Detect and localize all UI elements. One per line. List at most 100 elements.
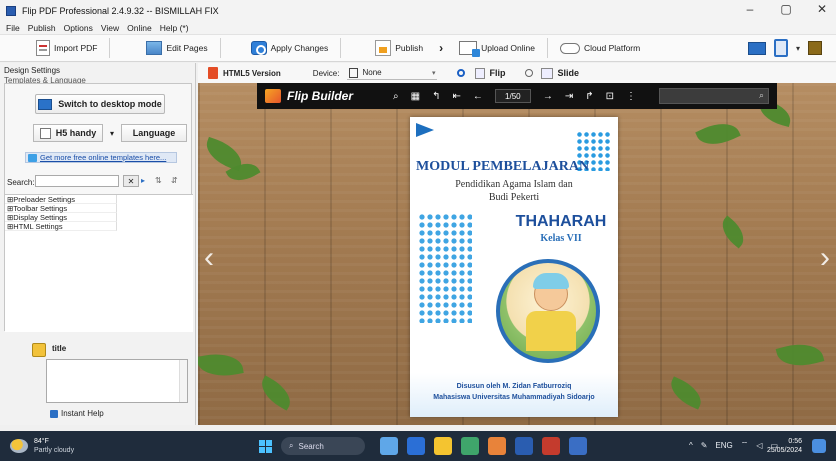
menu-file[interactable]: File (6, 23, 20, 33)
chrome-icon[interactable] (488, 437, 506, 455)
leaf-decoration (715, 215, 751, 249)
pinned-apps (380, 437, 587, 455)
device-select[interactable]: None ▾ (347, 66, 438, 80)
menu-view[interactable]: View (101, 23, 119, 33)
instant-help-label: Instant Help (61, 409, 104, 418)
search-label: Search: (7, 178, 35, 187)
expand-all-icon[interactable]: ⇅ (155, 176, 165, 186)
fullscreen-icon[interactable]: ⊡ (606, 91, 614, 102)
view-mode-group: ▾ (747, 39, 822, 57)
html5-icon (208, 67, 218, 79)
last-page-icon[interactable]: ⇥ (565, 91, 573, 102)
template-button[interactable]: H5 handy (33, 124, 103, 142)
windows-taskbar: 84°F Partly cloudy ⌕ Search ^ ✎ ENG ⌔ ◁ … (0, 431, 836, 461)
publish-button[interactable]: Publish (369, 37, 429, 59)
flip-icon (475, 67, 486, 79)
pen-icon[interactable]: ✎ (701, 441, 708, 450)
tree-item-preloader[interactable]: ⊞Preloader Settings (5, 195, 117, 204)
start-button[interactable] (259, 440, 272, 453)
language-button[interactable]: Language (121, 124, 187, 142)
search-next-icon[interactable]: ▸ (141, 176, 151, 186)
forward-icon[interactable]: ↱ (585, 91, 593, 102)
share-icon[interactable]: ↰ (432, 91, 440, 102)
app-icon[interactable] (380, 437, 398, 455)
previous-page-arrow[interactable]: ‹ (204, 241, 214, 275)
tree-item-toolbar[interactable]: ⊞Toolbar Settings (5, 204, 117, 213)
leaf-decoration (255, 375, 297, 411)
next-page-arrow[interactable]: › (820, 241, 830, 275)
switch-desktop-mode-button[interactable]: Switch to desktop mode (35, 94, 165, 114)
slide-icon (541, 67, 554, 79)
instant-help-checkbox[interactable] (50, 409, 58, 418)
import-pdf-button[interactable]: Import PDF (30, 37, 103, 59)
chevron-up-icon[interactable]: ^ (689, 441, 693, 450)
edge-icon[interactable] (461, 437, 479, 455)
view-options-bar: HTML5 Version Device: None ▾ Flip Slide (198, 63, 836, 83)
toolbar-divider (219, 38, 221, 58)
design-settings-tab[interactable]: Design Settings (0, 63, 195, 75)
help-textarea[interactable] (46, 359, 188, 403)
settings-tree: ⊞Preloader Settings ⊞Toolbar Settings ⊞D… (5, 194, 193, 332)
template-dropdown-icon[interactable]: ▾ (106, 124, 118, 142)
menu-options[interactable]: Options (64, 23, 93, 33)
language-indicator[interactable]: ENG (715, 441, 732, 450)
cloud-platform-button[interactable]: Cloud Platform (554, 37, 646, 59)
more-templates-link[interactable]: Get more free online templates here... (25, 152, 177, 163)
chevron-down-icon[interactable]: ▾ (796, 44, 800, 53)
maximize-button[interactable]: ▢ (778, 2, 794, 16)
flipbuilder-logo (265, 89, 281, 103)
app-icon[interactable] (542, 437, 560, 455)
instant-help-toggle[interactable]: Instant Help (50, 409, 104, 418)
next-page-icon[interactable]: → (543, 91, 553, 102)
mobile-view-icon[interactable] (773, 39, 788, 57)
weather-temp: 84°F (34, 438, 49, 445)
taskbar-search[interactable]: ⌕ Search (281, 437, 365, 455)
clear-search-button[interactable]: ✕ (123, 175, 139, 187)
zoom-icon[interactable]: ⌕ (393, 91, 399, 102)
app-icon[interactable] (407, 437, 425, 455)
device-value: None (362, 68, 382, 77)
wifi-icon[interactable]: ⌔ (741, 440, 749, 450)
illustration-cap (533, 273, 569, 289)
search-icon[interactable]: ⌕ (759, 90, 764, 101)
cloud-icon (560, 42, 580, 54)
upload-online-button[interactable]: Upload Online (453, 37, 541, 59)
tree-item-display[interactable]: ⊞Display Settings (5, 213, 117, 222)
search-icon: ⌕ (289, 441, 294, 450)
menu-online[interactable]: Online (127, 23, 152, 33)
menu-help[interactable]: Help (*) (160, 23, 189, 33)
first-page-icon[interactable]: ⇤ (452, 91, 460, 102)
device-label: Device: (312, 68, 340, 78)
weather-widget[interactable]: 84°F Partly cloudy (10, 437, 74, 455)
slide-radio[interactable] (525, 69, 534, 77)
app-icon[interactable] (515, 437, 533, 455)
desktop-view-icon[interactable] (747, 41, 766, 55)
flipbuilder-toolbar: Flip Builder ⌕ ▦ ↰ ⇤ ← 1/50 → ⇥ ↱ ⊡ ⋮ ⌕ (257, 83, 777, 109)
flip-pdf-icon[interactable] (569, 437, 587, 455)
minimize-button[interactable]: – (742, 2, 758, 16)
flipbuilder-search[interactable]: ⌕ (659, 88, 769, 104)
theme-icon[interactable] (808, 41, 822, 55)
publish-icon (375, 40, 392, 56)
help-scrollbar[interactable] (179, 360, 187, 402)
page-indicator[interactable]: 1/50 (494, 89, 531, 103)
title-icon (32, 343, 46, 357)
thumbnails-icon[interactable]: ▦ (411, 91, 420, 102)
prev-page-icon[interactable]: ← (473, 91, 483, 102)
collapse-all-icon[interactable]: ⇵ (171, 176, 181, 186)
settings-search-input[interactable] (35, 175, 119, 187)
more-icon[interactable]: ⋮ (626, 91, 636, 102)
flip-radio[interactable] (457, 69, 466, 77)
edit-pages-button[interactable]: Edit Pages (140, 37, 213, 59)
clock[interactable]: 0:56 25/05/2024 (767, 437, 802, 455)
book-cover[interactable]: MODUL PEMBELAJARAN Pendidikan Agama Isla… (410, 117, 618, 417)
notification-icon[interactable] (812, 439, 826, 453)
book-preview: Flip Builder ⌕ ▦ ↰ ⇤ ← 1/50 → ⇥ ↱ ⊡ ⋮ ⌕ … (198, 83, 836, 425)
menu-publish[interactable]: Publish (28, 23, 56, 33)
volume-icon[interactable]: ◁ (756, 441, 762, 450)
close-button[interactable]: ✕ (814, 2, 830, 16)
template-label: H5 handy (55, 128, 97, 138)
apply-changes-button[interactable]: Apply Changes (245, 37, 335, 59)
file-explorer-icon[interactable] (434, 437, 452, 455)
tree-item-html[interactable]: ⊞HTML Settings (5, 222, 117, 231)
